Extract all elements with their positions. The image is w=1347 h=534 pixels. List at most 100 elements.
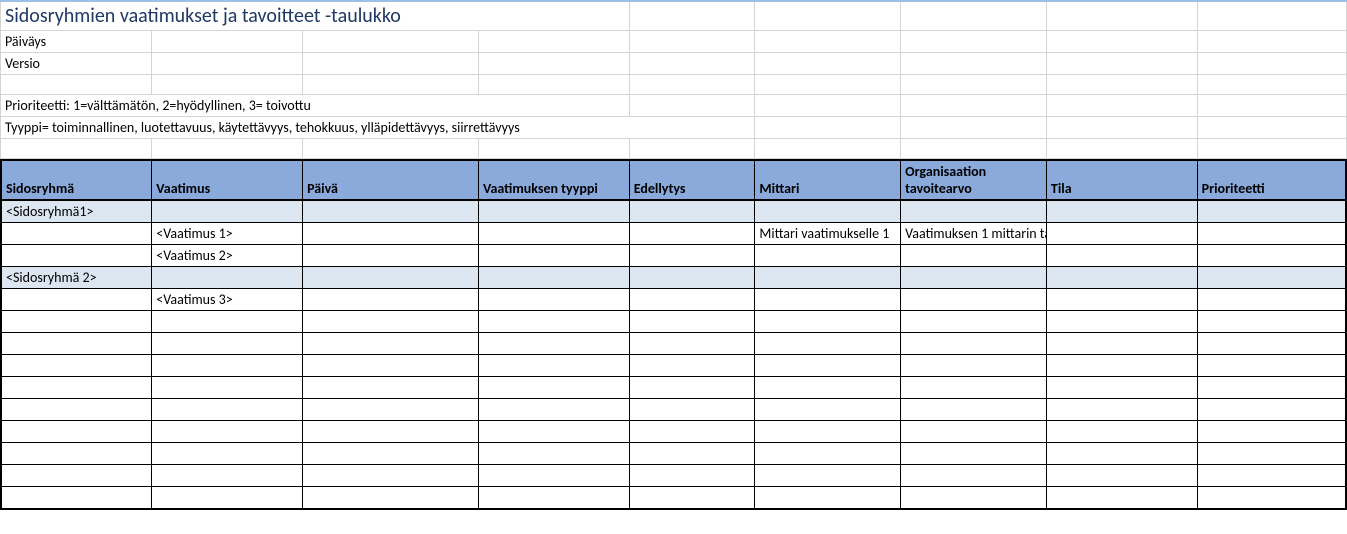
cell-c8[interactable]: [1046, 289, 1197, 311]
cell-c3[interactable]: [303, 465, 479, 487]
cell-c8[interactable]: [1046, 245, 1197, 267]
cell-c3[interactable]: [303, 377, 479, 399]
cell-c4[interactable]: [478, 399, 629, 421]
cell-c1[interactable]: [1, 355, 152, 377]
cell-c1[interactable]: <Sidosryhmä1>: [1, 200, 152, 223]
cell-c6[interactable]: [755, 289, 901, 311]
cell-c9[interactable]: [1197, 377, 1346, 399]
cell-c6[interactable]: [755, 443, 901, 465]
cell-c1[interactable]: [1, 465, 152, 487]
cell-c2[interactable]: <Vaatimus 1>: [152, 223, 303, 245]
cell-c1[interactable]: <Sidosryhmä 2>: [1, 267, 152, 289]
cell-c3[interactable]: [303, 333, 479, 355]
cell-c3[interactable]: [303, 443, 479, 465]
cell-c7[interactable]: [901, 267, 1047, 289]
cell-c2[interactable]: [152, 377, 303, 399]
cell-c2[interactable]: [152, 355, 303, 377]
cell-c1[interactable]: [1, 399, 152, 421]
cell-c4[interactable]: [478, 223, 629, 245]
cell-c3[interactable]: [303, 487, 479, 509]
cell-c1[interactable]: [1, 245, 152, 267]
cell-c3[interactable]: [303, 311, 479, 333]
cell-c2[interactable]: [152, 267, 303, 289]
cell-c9[interactable]: [1197, 245, 1346, 267]
cell-c2[interactable]: [152, 333, 303, 355]
cell-c3[interactable]: [303, 245, 479, 267]
cell-c1[interactable]: [1, 289, 152, 311]
cell-c7[interactable]: [901, 200, 1047, 223]
cell-c4[interactable]: [478, 289, 629, 311]
cell-c2[interactable]: <Vaatimus 2>: [152, 245, 303, 267]
cell-c4[interactable]: [478, 200, 629, 223]
cell-c6[interactable]: [755, 200, 901, 223]
cell-c6[interactable]: [755, 487, 901, 509]
cell-c9[interactable]: [1197, 355, 1346, 377]
cell-c5[interactable]: [629, 200, 755, 223]
cell-c6[interactable]: [755, 377, 901, 399]
cell-c6[interactable]: [755, 355, 901, 377]
cell-c5[interactable]: [629, 245, 755, 267]
cell-c5[interactable]: [629, 487, 755, 509]
cell-c3[interactable]: [303, 267, 479, 289]
cell-c1[interactable]: [1, 377, 152, 399]
cell-c5[interactable]: [629, 333, 755, 355]
cell-c8[interactable]: [1046, 487, 1197, 509]
cell-c9[interactable]: [1197, 487, 1346, 509]
cell-c5[interactable]: [629, 311, 755, 333]
cell-c9[interactable]: [1197, 333, 1346, 355]
cell-c7[interactable]: [901, 311, 1047, 333]
cell-c5[interactable]: [629, 223, 755, 245]
cell-c2[interactable]: [152, 487, 303, 509]
cell-c6[interactable]: Mittari vaatimukselle 1: [755, 223, 901, 245]
cell-c3[interactable]: [303, 421, 479, 443]
cell-c1[interactable]: [1, 223, 152, 245]
cell-c6[interactable]: [755, 399, 901, 421]
cell-c9[interactable]: [1197, 289, 1346, 311]
cell-c8[interactable]: [1046, 443, 1197, 465]
cell-c2[interactable]: [152, 465, 303, 487]
cell-c5[interactable]: [629, 355, 755, 377]
cell-c6[interactable]: [755, 245, 901, 267]
cell-c7[interactable]: [901, 355, 1047, 377]
meta-date-value[interactable]: [151, 31, 302, 53]
cell-c1[interactable]: [1, 443, 152, 465]
cell-c9[interactable]: [1197, 443, 1346, 465]
cell-c2[interactable]: [152, 399, 303, 421]
cell-c4[interactable]: [478, 465, 629, 487]
cell-c6[interactable]: [755, 311, 901, 333]
cell-c2[interactable]: <Vaatimus 3>: [152, 289, 303, 311]
cell-c7[interactable]: Vaatimuksen 1 mittarin tavoitearvo: [901, 223, 1047, 245]
cell-c7[interactable]: [901, 465, 1047, 487]
cell-c4[interactable]: [478, 355, 629, 377]
cell-c7[interactable]: [901, 399, 1047, 421]
cell-c6[interactable]: [755, 333, 901, 355]
cell-c5[interactable]: [629, 267, 755, 289]
cell-c4[interactable]: [478, 487, 629, 509]
cell-c8[interactable]: [1046, 465, 1197, 487]
cell-c5[interactable]: [629, 421, 755, 443]
cell-c5[interactable]: [629, 289, 755, 311]
cell-c6[interactable]: [755, 421, 901, 443]
cell-c6[interactable]: [755, 465, 901, 487]
cell-c5[interactable]: [629, 465, 755, 487]
cell-c7[interactable]: [901, 333, 1047, 355]
cell-c4[interactable]: [478, 245, 629, 267]
cell-c4[interactable]: [478, 421, 629, 443]
cell-c1[interactable]: [1, 487, 152, 509]
cell-c4[interactable]: [478, 443, 629, 465]
cell-c8[interactable]: [1046, 200, 1197, 223]
cell-c4[interactable]: [478, 333, 629, 355]
cell-c1[interactable]: [1, 311, 152, 333]
cell-c4[interactable]: [478, 311, 629, 333]
cell-c7[interactable]: [901, 421, 1047, 443]
cell-c8[interactable]: [1046, 311, 1197, 333]
cell-c8[interactable]: [1046, 355, 1197, 377]
cell-c5[interactable]: [629, 443, 755, 465]
cell-c3[interactable]: [303, 355, 479, 377]
cell-c7[interactable]: [901, 289, 1047, 311]
cell-c7[interactable]: [901, 245, 1047, 267]
cell-c8[interactable]: [1046, 377, 1197, 399]
cell-c7[interactable]: [901, 443, 1047, 465]
cell-c4[interactable]: [478, 267, 629, 289]
cell-c5[interactable]: [629, 399, 755, 421]
